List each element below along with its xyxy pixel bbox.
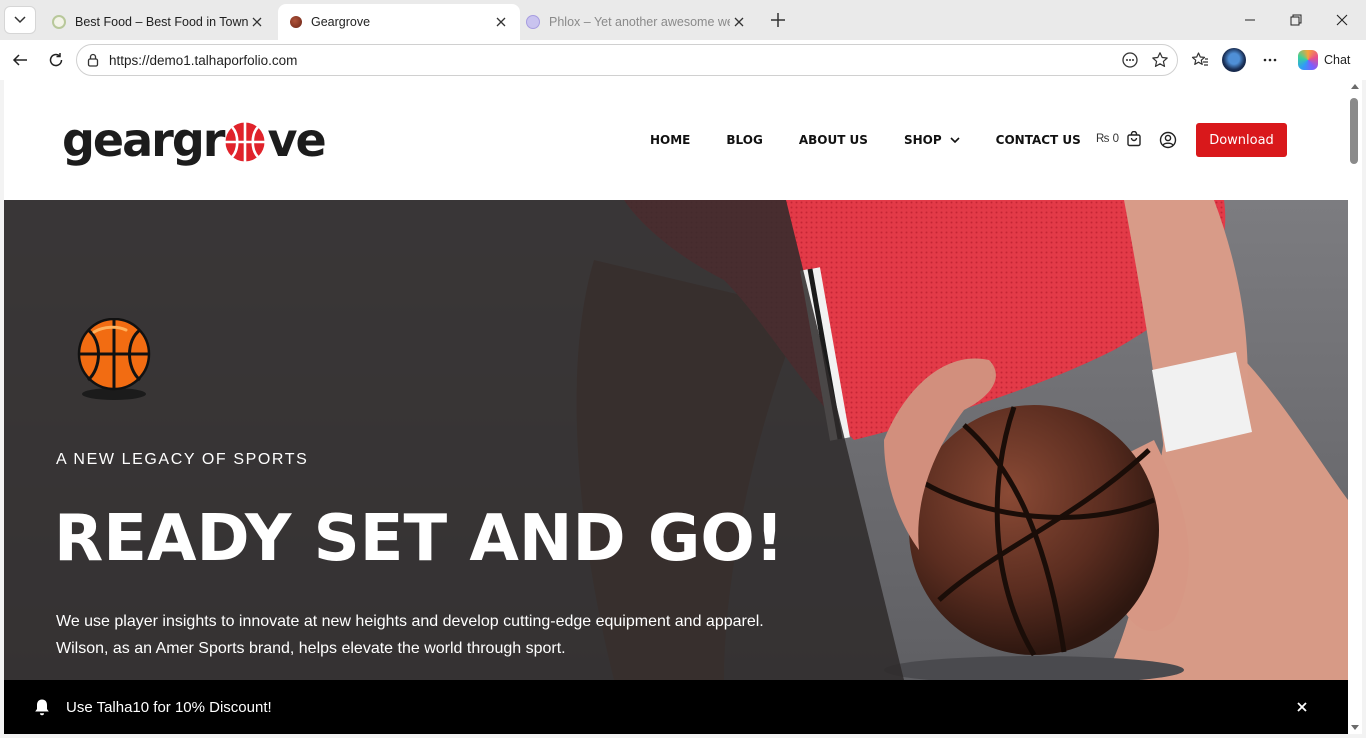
basketball-icon — [77, 318, 151, 400]
close-tab-icon[interactable] — [730, 13, 748, 31]
back-arrow-icon — [12, 54, 27, 66]
logo-text-left: geargr — [62, 113, 225, 167]
close-tab-icon[interactable] — [492, 13, 510, 31]
more-icon — [1263, 58, 1277, 62]
notice-text: Use Talha10 for 10% Discount! — [66, 698, 272, 716]
new-tab-button[interactable] — [764, 8, 792, 32]
user-account-icon[interactable] — [1158, 130, 1178, 150]
hero-description: We use player insights to innovate at ne… — [56, 613, 764, 657]
tab-phlox[interactable]: Phlox – Yet another awesome web — [514, 4, 758, 40]
chevron-down-icon — [14, 16, 26, 24]
restore-icon — [1290, 14, 1302, 26]
geargrove-favicon — [290, 16, 302, 28]
download-button[interactable]: Download — [1196, 123, 1287, 157]
scroll-up-arrow-icon[interactable] — [1351, 84, 1359, 89]
copilot-icon — [1298, 50, 1318, 70]
refresh-icon — [49, 53, 63, 67]
geargrove-logo[interactable]: geargr ve — [62, 110, 327, 170]
tab-title: Phlox – Yet another awesome web — [549, 15, 730, 29]
best-food-favicon — [52, 15, 66, 29]
hero-section: A NEW LEGACY OF SPORTS READY SET AND GO!… — [4, 200, 1348, 680]
plus-icon — [771, 13, 785, 27]
close-notice-icon[interactable] — [1294, 699, 1310, 715]
window-close-icon — [1336, 14, 1348, 26]
nav-shop-label: SHOP — [903, 133, 942, 147]
favorites-button[interactable] — [1186, 46, 1214, 74]
discount-notice-bar: Use Talha10 for 10% Discount! — [4, 680, 1348, 734]
url-text[interactable]: https://demo1.talhaporfolio.com — [109, 53, 1117, 68]
address-bar[interactable]: https://demo1.talhaporfolio.com — [76, 44, 1178, 76]
browser-tab-bar: Best Food – Best Food in Town Geargrove … — [0, 0, 1366, 40]
nav-contact-us[interactable]: CONTACT US — [996, 133, 1081, 147]
logo-text-right: ve — [267, 113, 326, 167]
main-navigation: HOME BLOG ABOUT US SHOP CONTACT US — [650, 124, 1117, 156]
page-scrollbar[interactable] — [1348, 80, 1362, 734]
favorite-star-icon[interactable] — [1147, 47, 1173, 73]
reading-mode-icon[interactable] — [1117, 47, 1143, 73]
back-button[interactable] — [6, 46, 34, 74]
maximize-button[interactable] — [1274, 6, 1318, 34]
minimize-icon — [1245, 19, 1255, 21]
scrollbar-thumb[interactable] — [1350, 98, 1358, 164]
more-button[interactable] — [1256, 46, 1284, 74]
browser-toolbar: https://demo1.talhaporfolio.com Chat — [0, 40, 1366, 80]
shopping-bag-icon — [1125, 130, 1143, 148]
bell-icon — [32, 697, 52, 717]
copilot-chat-button[interactable]: Chat — [1292, 45, 1360, 75]
favorites-icon — [1191, 52, 1208, 66]
tab-title: Geargrove — [311, 15, 371, 29]
nav-blog[interactable]: BLOG — [726, 133, 762, 147]
profile-avatar[interactable] — [1222, 48, 1246, 72]
window-close-button[interactable] — [1320, 6, 1364, 34]
cart-total: ₨ 0 — [1096, 133, 1119, 145]
tab-title: Best Food – Best Food in Town — [75, 15, 248, 29]
tab-list-button[interactable] — [4, 6, 36, 34]
hero-eyebrow: A NEW LEGACY OF SPORTS — [56, 451, 309, 468]
site-header: geargr ve HOME BLOG ABOUT US SHOP CONTAC… — [4, 80, 1348, 200]
tab-geargrove[interactable]: Geargrove — [278, 4, 520, 40]
chevron-down-icon — [950, 135, 960, 145]
nav-about-us[interactable]: ABOUT US — [799, 133, 868, 147]
refresh-button[interactable] — [42, 46, 70, 74]
nav-shop[interactable]: SHOP — [904, 133, 960, 147]
scroll-down-arrow-icon[interactable] — [1351, 725, 1359, 730]
mini-cart[interactable]: ₨ 0 — [1096, 130, 1143, 148]
tab-best-food[interactable]: Best Food – Best Food in Town — [40, 4, 276, 40]
logo-basketball-icon — [225, 122, 265, 162]
hero-title: READY SET AND GO! — [54, 502, 784, 576]
page-viewport: geargr ve HOME BLOG ABOUT US SHOP CONTAC… — [4, 80, 1348, 734]
chat-label: Chat — [1324, 53, 1351, 67]
nav-home[interactable]: HOME — [650, 133, 690, 147]
close-tab-icon[interactable] — [248, 13, 266, 31]
minimize-button[interactable] — [1228, 6, 1272, 34]
phlox-favicon — [526, 15, 540, 29]
lock-icon[interactable] — [85, 52, 101, 68]
